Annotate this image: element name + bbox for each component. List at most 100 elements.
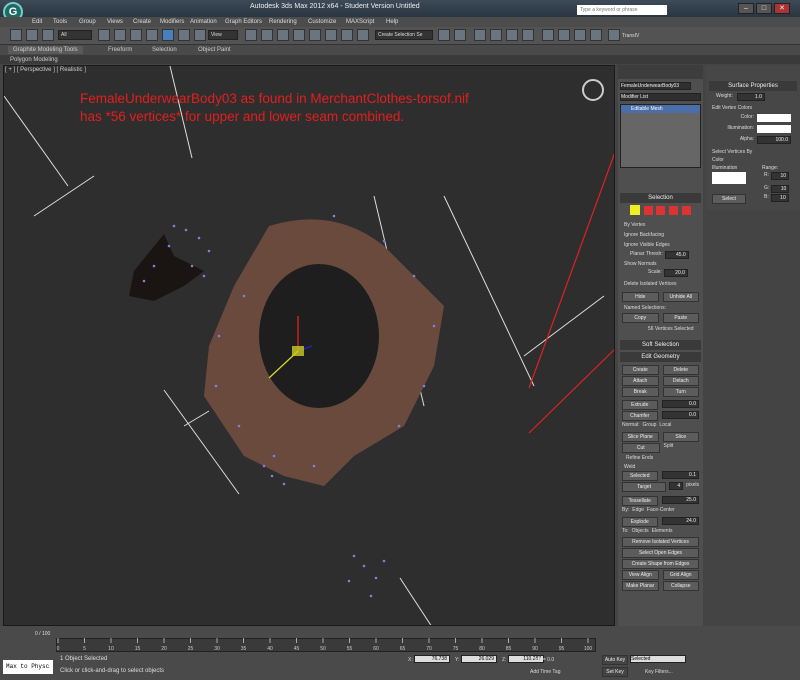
object-name-field[interactable]: FemaleUnderwearBody03 xyxy=(620,82,691,90)
redo-icon[interactable] xyxy=(26,29,38,41)
illumination-radio[interactable]: Illumination xyxy=(712,165,754,171)
menu-modifiers[interactable]: Modifiers xyxy=(160,17,184,27)
polygon-icon[interactable] xyxy=(669,206,679,215)
select-open-edges-button[interactable]: Select Open Edges xyxy=(622,548,699,558)
maxscript-listener[interactable]: Max to Physc xyxy=(3,660,53,674)
ignore-backfacing-checkbox[interactable]: Ignore Backfacing xyxy=(624,232,703,238)
scale-field[interactable]: 20.0 xyxy=(663,269,688,277)
maximize-icon[interactable]: □ xyxy=(756,3,772,14)
remove-isolated-button[interactable]: Remove Isolated Vertices xyxy=(622,537,699,547)
select-button[interactable]: Select xyxy=(712,194,746,204)
add-time-tag-button[interactable]: Add Time Tag xyxy=(530,669,560,675)
layer-manager-icon[interactable] xyxy=(474,29,486,41)
slice-plane-button[interactable]: Slice Plane xyxy=(622,432,659,442)
extrude-field[interactable]: 0.0 xyxy=(661,400,699,408)
pivot-icon[interactable] xyxy=(245,29,257,41)
break-button[interactable]: Break xyxy=(622,387,659,397)
b-field[interactable]: 10 xyxy=(770,194,789,202)
auto-key-button[interactable]: Auto Key xyxy=(602,655,628,665)
tab-freeform[interactable]: Freeform xyxy=(108,46,132,54)
render-production-icon[interactable] xyxy=(590,29,602,41)
key-filters-button[interactable]: Key Filters... xyxy=(645,669,673,675)
hide-button[interactable]: Hide xyxy=(622,292,659,302)
selection-filter-dropdown[interactable]: All xyxy=(58,30,92,40)
tessellate-field[interactable]: 25.0 xyxy=(661,496,699,504)
menu-tools[interactable]: Tools xyxy=(53,17,67,27)
create-shape-button[interactable]: Create Shape from Edges xyxy=(622,559,699,569)
grid-align-button[interactable]: Grid Align xyxy=(662,570,699,580)
perspective-viewport[interactable] xyxy=(3,65,615,626)
align-icon[interactable] xyxy=(454,29,466,41)
detach-button[interactable]: Detach xyxy=(662,376,699,386)
turn-button[interactable]: Turn xyxy=(662,387,699,397)
illumination-swatch[interactable] xyxy=(757,125,791,133)
local-radio[interactable]: Local xyxy=(659,422,671,428)
menu-views[interactable]: Views xyxy=(107,17,123,27)
search-input[interactable]: Type a keyword or phrase xyxy=(577,5,667,15)
rotate-icon[interactable] xyxy=(178,29,190,41)
cut-button[interactable]: Cut xyxy=(622,443,660,453)
spinner-snap-icon[interactable] xyxy=(341,29,353,41)
angle-snap-icon[interactable] xyxy=(309,29,321,41)
percent-snap-icon[interactable] xyxy=(325,29,337,41)
mirror-icon[interactable] xyxy=(438,29,450,41)
extrude-button[interactable]: Extrude xyxy=(622,400,658,410)
tab-object-paint[interactable]: Object Paint xyxy=(198,46,231,54)
selection-rollout-title[interactable]: Selection xyxy=(620,193,701,203)
tab-selection[interactable]: Selection xyxy=(152,46,177,54)
menu-edit[interactable]: Edit xyxy=(32,17,42,27)
minimize-icon[interactable]: – xyxy=(738,3,754,14)
group-radio[interactable]: Group xyxy=(643,422,657,428)
frame-counter[interactable]: 0 / 100 xyxy=(35,631,50,637)
slice-button[interactable]: Slice xyxy=(662,432,699,442)
edit-geometry-rollout[interactable]: Edit Geometry xyxy=(620,352,701,362)
explode-button[interactable]: Explode xyxy=(622,517,658,527)
menu-animation[interactable]: Animation xyxy=(190,17,217,27)
transiv-icon[interactable] xyxy=(608,29,620,41)
refine-ends-checkbox[interactable]: Refine Ends xyxy=(626,455,703,461)
weld-target-field[interactable]: 4 xyxy=(669,482,684,490)
planar-thresh-field[interactable]: 45.0 xyxy=(664,251,689,259)
r-field[interactable]: 10 xyxy=(771,172,789,180)
explode-field[interactable]: 24.0 xyxy=(661,517,699,525)
undo-icon[interactable] xyxy=(10,29,22,41)
color-radio[interactable]: Color xyxy=(712,157,754,163)
window-crossing-icon[interactable] xyxy=(146,29,158,41)
stack-item-editable-mesh[interactable]: Editable Mesh xyxy=(621,105,700,113)
tessellate-button[interactable]: Tessellate xyxy=(622,496,658,506)
y-coordinate[interactable]: 26.029 xyxy=(461,655,497,663)
chamfer-button[interactable]: Chamfer xyxy=(622,411,658,421)
rendered-frame-icon[interactable] xyxy=(574,29,586,41)
link-icon[interactable] xyxy=(42,29,54,41)
key-mode-dropdown[interactable]: Selected xyxy=(630,655,686,663)
copy-button[interactable]: Copy xyxy=(622,313,659,323)
select-object-icon[interactable] xyxy=(98,29,110,41)
ignore-visible-edges-checkbox[interactable]: Ignore Visible Edges xyxy=(624,242,703,248)
reference-coordinate-dropdown[interactable]: View xyxy=(208,30,238,40)
modifier-list-dropdown[interactable]: Modifier List xyxy=(620,93,701,101)
face-icon[interactable] xyxy=(656,206,666,215)
soft-selection-rollout[interactable]: Soft Selection xyxy=(620,340,701,350)
view-align-button[interactable]: View Align xyxy=(622,570,659,580)
delete-button[interactable]: Delete xyxy=(662,365,699,375)
color-swatch[interactable] xyxy=(757,114,791,122)
viewport-label[interactable]: [ + ] [ Perspective ] [ Realistic ] xyxy=(5,67,86,73)
attach-button[interactable]: Attach xyxy=(622,376,659,386)
snaps-icon[interactable] xyxy=(293,29,305,41)
curve-editor-icon[interactable] xyxy=(506,29,518,41)
close-icon[interactable]: ✕ xyxy=(774,3,790,14)
vertex-icon[interactable] xyxy=(630,205,640,215)
menu-graph-editors[interactable]: Graph Editors xyxy=(225,17,262,27)
objects-radio[interactable]: Objects xyxy=(632,528,649,534)
command-panel-tabs[interactable] xyxy=(618,65,703,79)
unhide-all-button[interactable]: Unhide All xyxy=(662,292,699,302)
collapse-button[interactable]: Collapse xyxy=(662,581,699,591)
select-by-name-icon[interactable] xyxy=(114,29,126,41)
playback-controls[interactable] xyxy=(696,655,796,677)
menu-customize[interactable]: Customize xyxy=(308,17,336,27)
element-icon[interactable] xyxy=(681,206,691,215)
edge-radio[interactable]: Edge xyxy=(632,507,644,513)
material-editor-icon[interactable] xyxy=(542,29,554,41)
tab-graphite-modeling-tools[interactable]: Graphite Modeling Tools xyxy=(8,46,83,54)
menu-group[interactable]: Group xyxy=(79,17,96,27)
